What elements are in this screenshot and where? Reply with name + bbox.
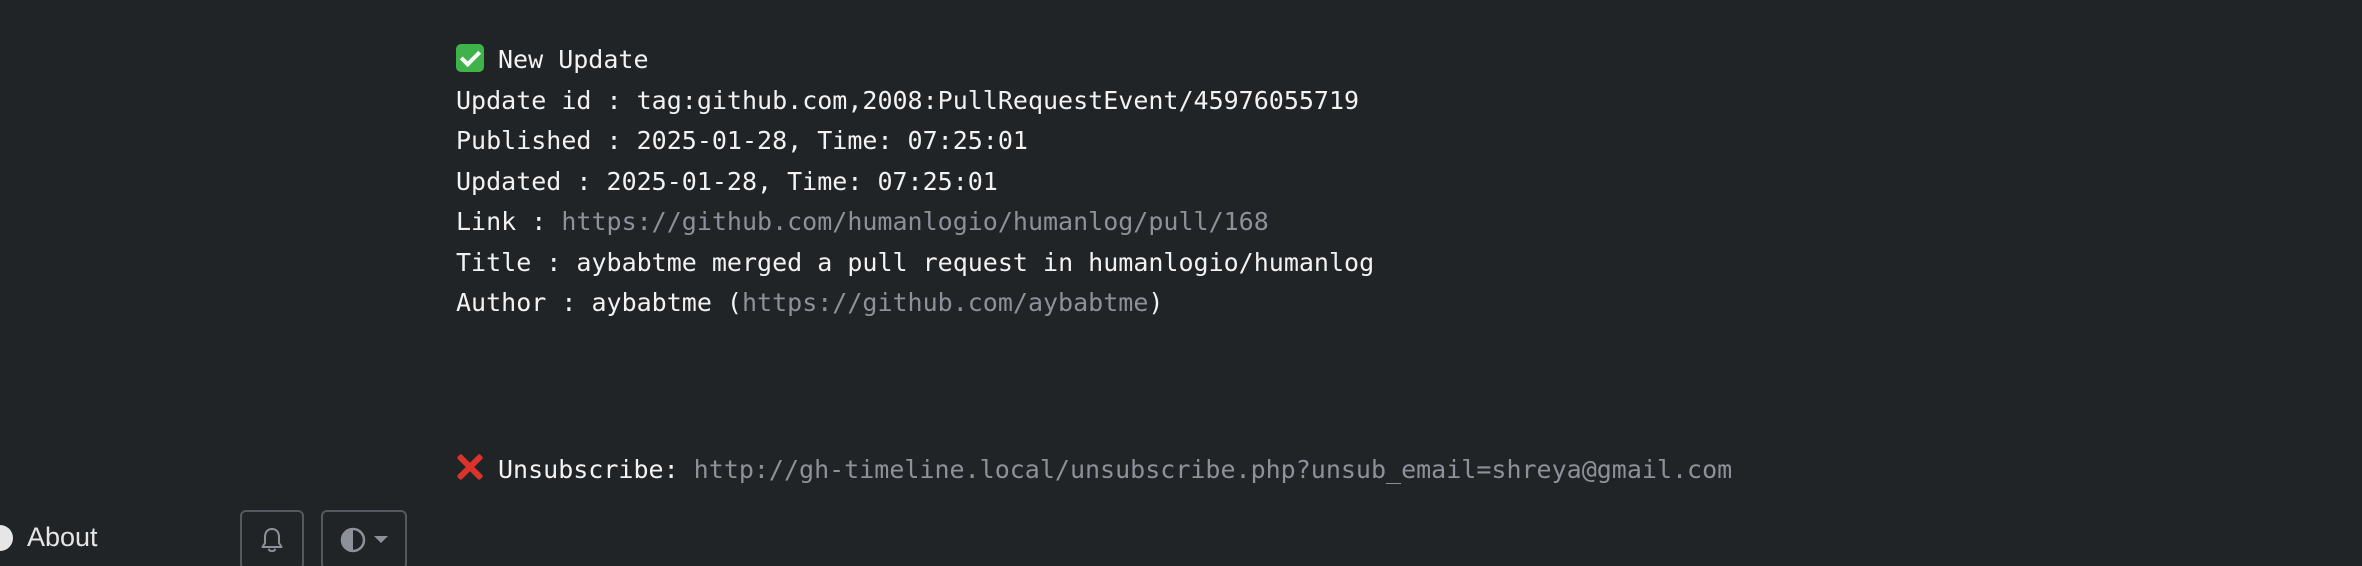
published-line: Published : 2025-01-28, Time: 07:25:01 <box>456 121 1374 162</box>
unsubscribe-label: Unsubscribe: <box>498 455 694 484</box>
updated-line: Updated : 2025-01-28, Time: 07:25:01 <box>456 162 1374 203</box>
caret-down-icon <box>374 536 388 543</box>
about-label: About <box>27 522 98 552</box>
notifications-button[interactable] <box>240 510 304 566</box>
about-link[interactable]: About <box>0 522 98 553</box>
update-header-text: New Update <box>498 45 649 74</box>
title-value: aybabtme merged a pull request in humanl… <box>576 247 1375 277</box>
author-label: Author : <box>456 288 592 317</box>
bell-icon <box>261 528 283 552</box>
cross-icon <box>456 453 484 481</box>
unsubscribe-line: Unsubscribe: http://gh-timeline.local/un… <box>456 450 1732 490</box>
update-header: New Update <box>456 40 1374 81</box>
updated-label: Updated : <box>456 166 607 196</box>
info-icon <box>0 524 13 551</box>
pull-request-link[interactable]: https://github.com/humanlogio/humanlog/p… <box>561 207 1268 236</box>
title-label: Title : <box>456 247 577 277</box>
title-line: Title : aybabtme merged a pull request i… <box>456 243 1374 284</box>
author-profile-link[interactable]: https://github.com/aybabtme <box>742 288 1148 317</box>
update-id-value: tag:github.com,2008:PullRequestEvent/459… <box>636 85 1360 115</box>
link-line: Link : https://github.com/humanlogio/hum… <box>456 202 1374 243</box>
unsubscribe-link[interactable]: http://gh-timeline.local/unsubscribe.php… <box>694 455 1733 484</box>
update-id-label: Update id : <box>456 85 637 115</box>
theme-toggle-button[interactable] <box>321 510 407 566</box>
check-icon <box>456 44 484 72</box>
link-label: Link : <box>456 207 562 236</box>
update-email-body: New Update Update id : tag:github.com,20… <box>456 40 1374 324</box>
contrast-icon <box>340 527 366 553</box>
author-value: aybabtme ( <box>591 288 742 317</box>
author-suffix: ) <box>1148 288 1164 317</box>
published-value: 2025-01-28, Time: 07:25:01 <box>636 126 1028 155</box>
author-line: Author : aybabtme (https://github.com/ay… <box>456 283 1374 324</box>
updated-value: 2025-01-28, Time: 07:25:01 <box>606 166 998 196</box>
update-id-line: Update id : tag:github.com,2008:PullRequ… <box>456 81 1374 122</box>
published-label: Published : <box>456 126 637 155</box>
